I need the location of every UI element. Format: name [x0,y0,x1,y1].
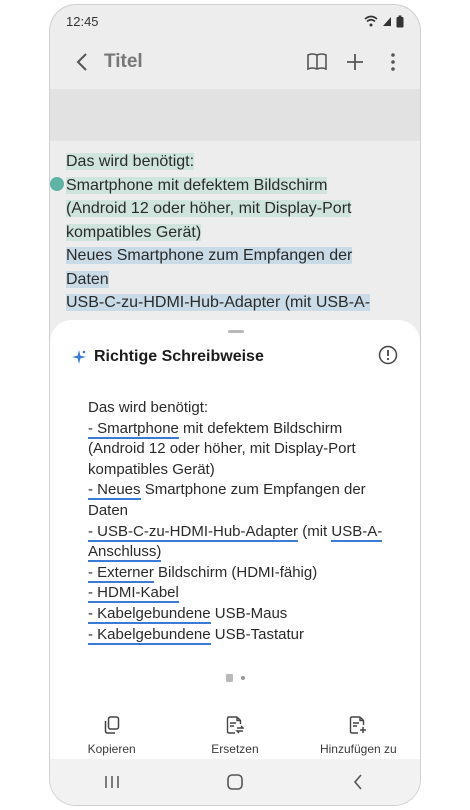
plus-icon [347,54,363,70]
sheet-drag-handle[interactable] [228,330,244,333]
text: (mit [298,522,332,540]
selection-handle[interactable] [50,177,64,191]
recents-icon [104,776,119,788]
note-line: Daten [66,270,109,288]
suggestion-line: - Kabelgebundene USB-Tastatur [88,625,396,646]
replace-icon [226,716,244,734]
add-to-icon [350,716,367,734]
spelling-suggestion-sheet: Richtige Schreibweise Das wird benötigt:… [50,320,420,805]
suggestion-line: - Externer Bildschirm (HDMI-fähig) [88,563,396,584]
chevron-left-icon [354,774,362,790]
text: Smartphone zum Empfangen der [140,481,366,499]
page-indicator[interactable] [50,674,420,682]
recents-button[interactable] [82,762,142,802]
suggestion-text: Das wird benötigt: - Smartphone mit defe… [88,398,396,645]
add-to-button[interactable]: Hinzufügen zu [303,712,413,756]
corrected-word: - USB-C-zu-HDMI-Hub-Adapter [88,522,299,542]
text: Daten [88,501,129,519]
corrected-word: - Kabelgebundene [88,604,211,624]
add-button[interactable] [336,44,374,80]
status-time: 12:45 [66,13,99,29]
corrected-word: Anschluss) [88,543,162,563]
suggestion-line: Das wird benötigt: [88,398,396,419]
page-indicator-current [225,674,233,682]
chevron-left-icon [76,53,87,71]
app-bar: Titel [50,39,420,85]
corrected-word: - HDMI-Kabel [88,584,179,604]
suggestion-line: - Kabelgebundene USB-Maus [88,604,396,625]
add-to-label: Hinzufügen zu [319,742,397,756]
note-line: USB-C-zu-HDMI-Hub-Adapter (mit USB-A- [66,294,371,311]
copy-icon [104,716,119,734]
suggestion-line: Anschluss) [88,542,396,563]
sheet-actions: Kopieren Ersetzen Hinzufügen zu [50,712,420,756]
suggestion-line: - Smartphone mit defektem Bildschirm [88,419,396,440]
corrected-word: - Kabelgebundene [88,625,211,645]
suggestion-line: - Neues Smartphone zum Empfangen der [88,480,396,501]
suggestion-line: (Android 12 oder höher, mit Display-Port [88,439,396,460]
system-nav-bar [50,759,420,805]
toolbar-banner [50,89,420,141]
suggestion-line: Daten [88,501,396,522]
back-nav-button[interactable] [328,762,388,802]
note-line: Smartphone mit defektem Bildschirm [66,176,328,194]
copy-label: Kopieren [87,742,136,756]
text: Bildschirm (HDMI-fähig) [153,563,318,581]
copy-button[interactable]: Kopieren [57,712,167,756]
home-icon [227,774,243,790]
status-bar: 12:45 [50,5,420,37]
text: USB-Maus [210,604,288,622]
wifi-icon [364,15,378,27]
info-icon [378,345,398,364]
page-indicator-dot [240,676,245,680]
replace-button[interactable]: Ersetzen [180,712,290,756]
back-button[interactable] [64,44,100,80]
note-line: kompatibles Gerät) [66,223,202,241]
reading-mode-button[interactable] [298,44,336,80]
note-text[interactable]: Das wird benötigt: Smartphone mit defekt… [66,150,404,315]
suggestion-line: - USB-C-zu-HDMI-Hub-Adapter (mit USB-A- [88,522,396,543]
suggestion-line: - HDMI-Kabel [88,583,396,604]
corrected-word: USB-A- [331,522,383,542]
sheet-title: Richtige Schreibweise [94,348,264,365]
ai-sparkle-icon [72,350,86,364]
status-icons [364,15,404,28]
text: Das wird benötigt: [88,399,209,416]
home-button[interactable] [205,762,265,802]
more-vertical-icon [391,53,395,71]
sheet-header: Richtige Schreibweise [72,344,398,370]
phone-frame: 12:45 Titel Das wird benötigt: Smartphon… [50,5,420,805]
info-button[interactable] [378,345,398,370]
text: kompatibles Gerät) [88,460,215,478]
text: mit defektem Bildschirm [178,419,343,437]
corrected-word: - Smartphone [88,419,179,439]
note-line: (Android 12 oder höher, mit Display-Port [66,200,352,217]
text: USB-Tastatur [210,625,304,643]
more-options-button[interactable] [374,44,412,80]
suggestion-line: kompatibles Gerät) [88,460,396,481]
replace-label: Ersetzen [211,742,259,756]
corrected-word: - Externer [88,563,154,583]
note-line: Das wird benötigt: [66,153,195,170]
book-icon [307,53,327,71]
page-title: Titel [104,51,143,72]
note-line: Neues Smartphone zum Empfangen der [66,247,353,264]
signal-icon [383,17,391,26]
battery-icon [396,15,404,27]
text: (Android 12 oder höher, mit Display-Port [88,440,356,458]
corrected-word: - Neues [88,481,141,501]
